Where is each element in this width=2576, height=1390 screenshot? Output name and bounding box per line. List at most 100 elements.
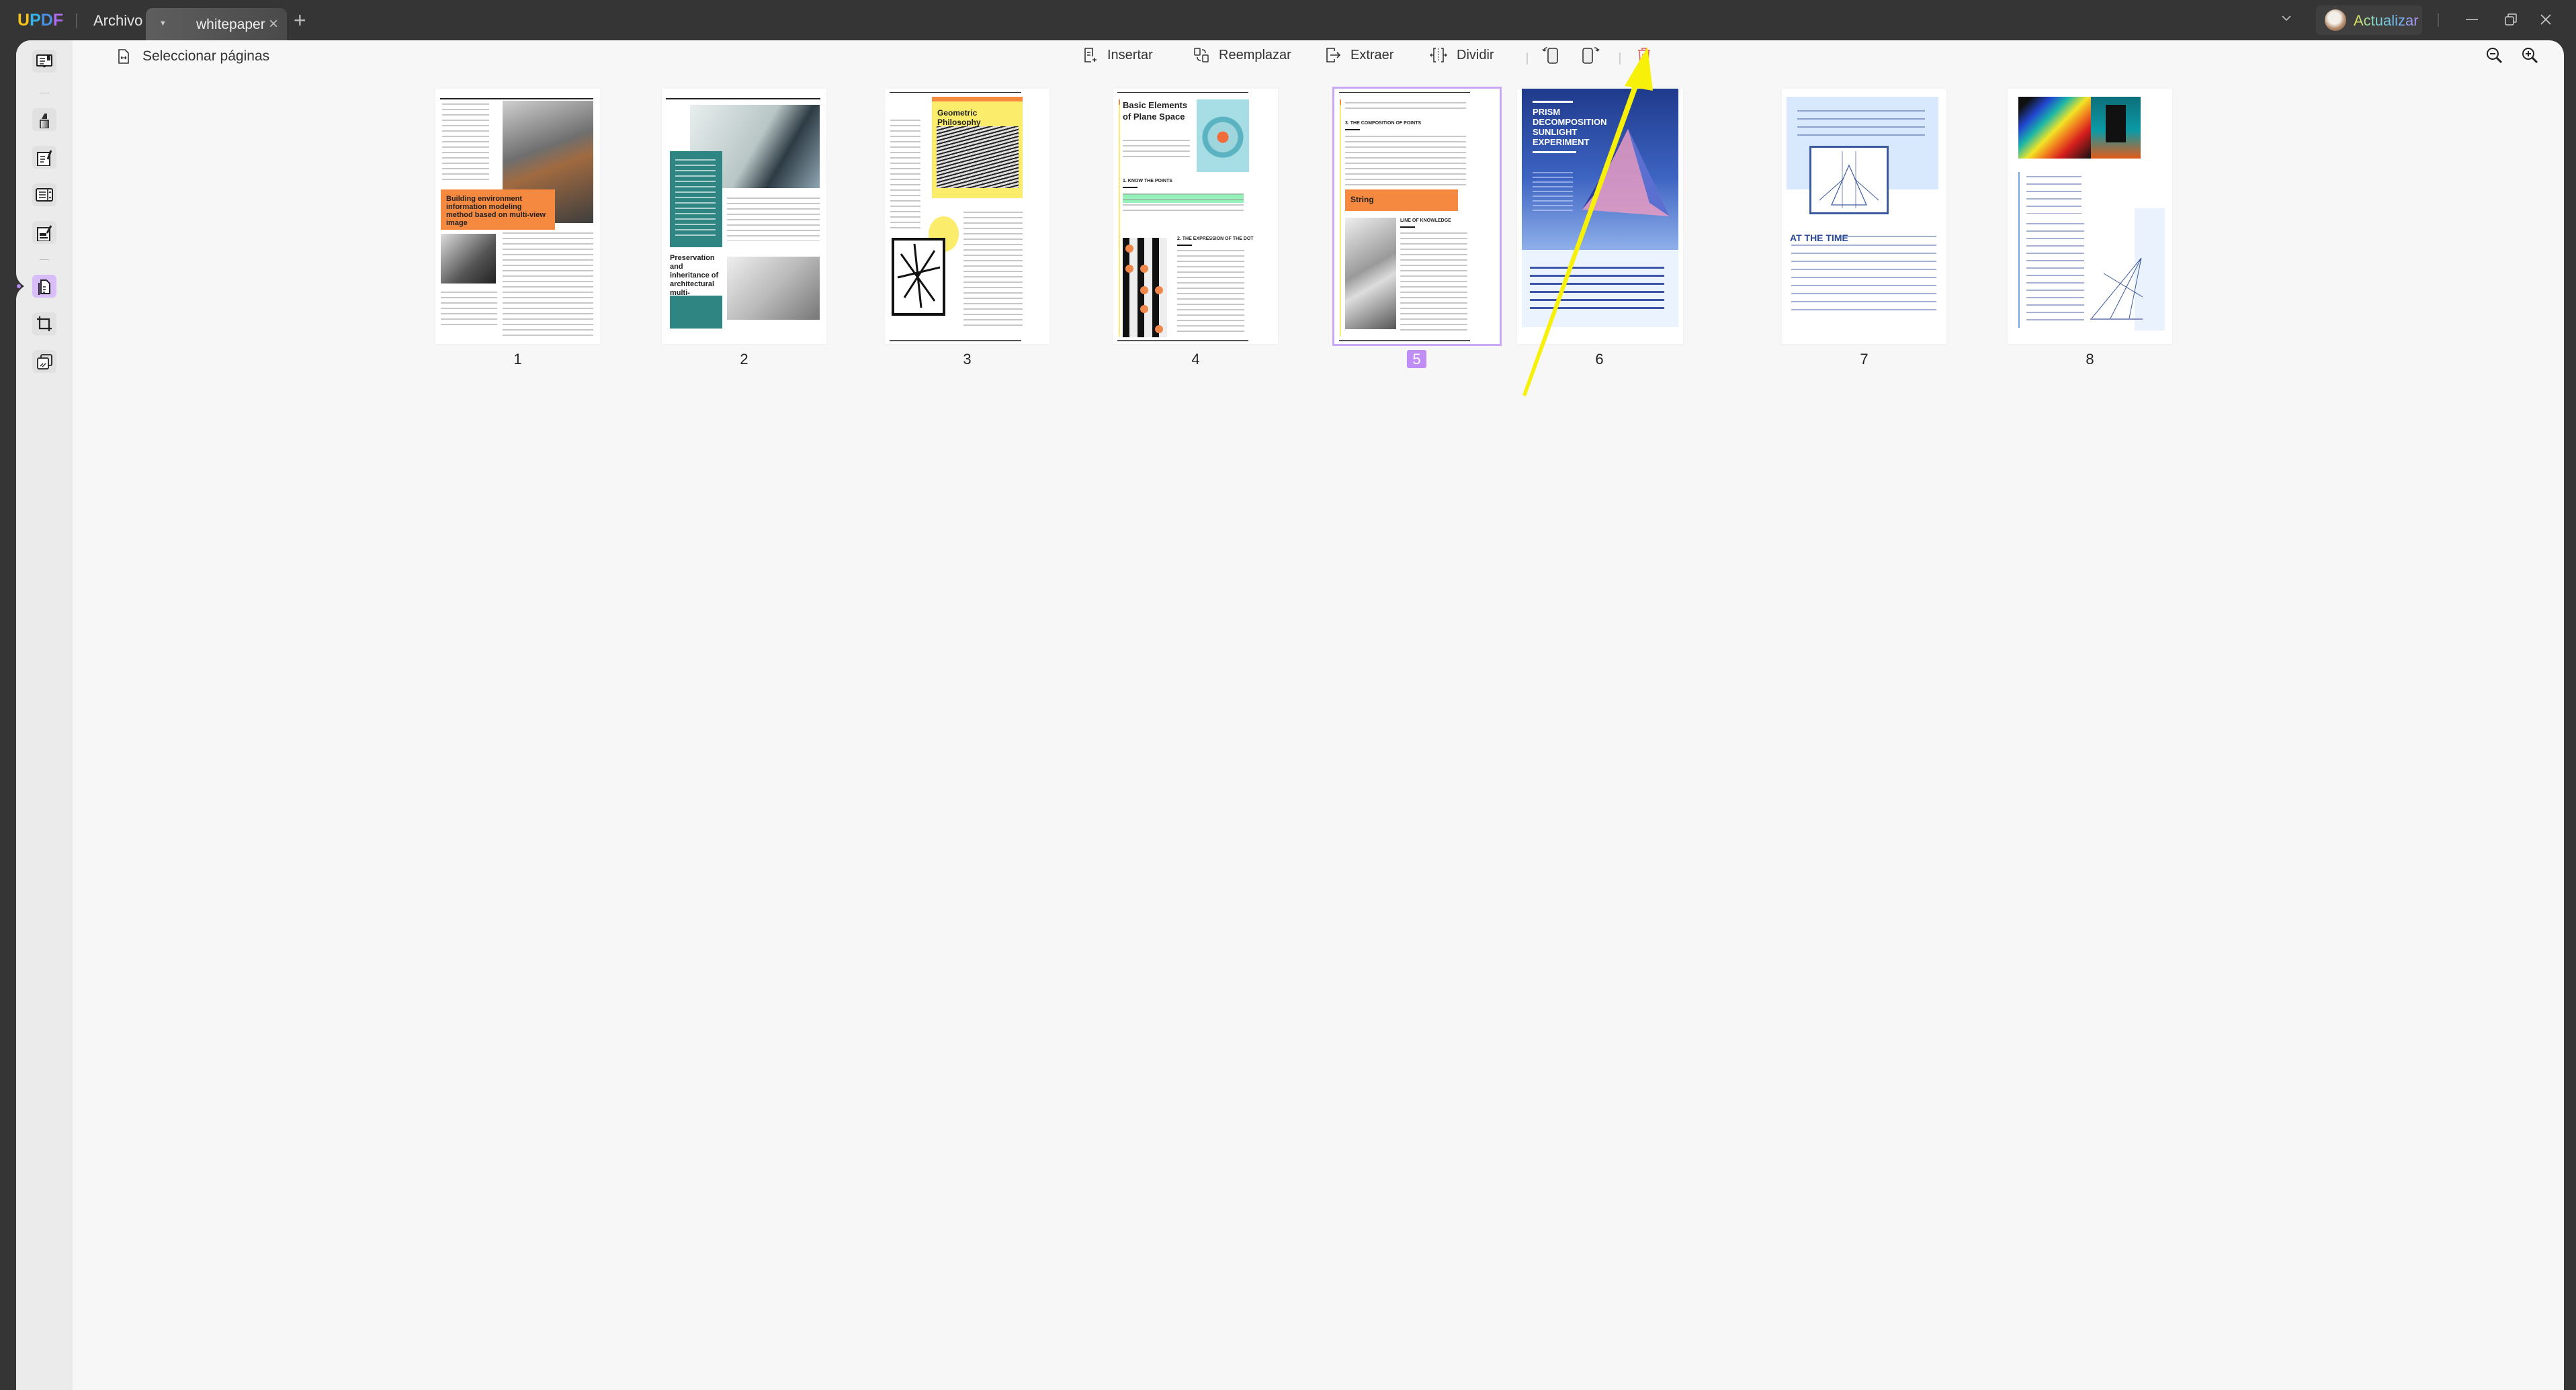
edit-document-icon [37,150,52,166]
page-image [1345,218,1396,329]
close-tab-icon[interactable]: × [269,15,278,34]
restore-icon[interactable] [2501,9,2521,30]
page-rule [1177,245,1192,246]
content-area: Seleccionar páginas Insertar Reemplazar … [16,40,2564,1390]
crop-icon [37,316,52,331]
page-thumbnail-2[interactable]: Preservation and inheritance of architec… [662,89,826,344]
highlighter-icon [40,114,49,128]
page-text-block [963,212,1023,329]
replace-button[interactable]: Reemplazar [1193,46,1291,64]
page-rule [1400,226,1415,228]
window-controls-divider [2438,13,2439,27]
pages-icon [38,279,50,295]
minimize-icon[interactable] [2462,9,2482,30]
page-number-1: 1 [513,351,522,367]
sidebar-item-form[interactable] [32,183,56,206]
redact-icon [37,225,52,241]
sidebar-item-comment[interactable] [32,108,56,131]
page-image [937,126,1019,188]
page-text-block [1400,232,1467,332]
split-page-icon [1430,48,1447,62]
upgrade-button[interactable]: Actualizar [2316,5,2422,35]
page-text-block [1177,250,1244,334]
sidebar-item-edit[interactable] [32,146,56,169]
rotate-left-icon[interactable] [1541,46,1561,64]
extract-page-icon [1326,48,1341,62]
page-heading: String [1350,195,1374,204]
prism-diagram [1809,146,1889,214]
page-text-block [1123,140,1190,160]
layers-icon [37,354,52,370]
page-number-4: 4 [1191,351,1200,367]
page-number-7: 7 [1860,351,1869,367]
split-button[interactable]: Dividir [1430,46,1494,64]
page-number-2: 2 [740,351,748,367]
page-heading: Geometric Philosophy [937,108,981,127]
tab-dropdown-icon[interactable]: ▼ [159,19,167,28]
extract-button[interactable]: Extraer [1325,46,1393,64]
app-logo: UPDF [17,11,64,30]
page-heading-box: Geometric Philosophy [932,97,1023,198]
page-text-block [503,232,593,339]
page-subheading: LINE OF KNOWLEDGE [1400,218,1451,223]
sidebar-item-organize-pages[interactable] [32,275,56,298]
page-thumbnail-5[interactable]: 3. THE COMPOSITION OF POINTS String LINE… [1332,87,1502,346]
page-teal-box [670,296,722,329]
zoom-in-icon[interactable] [2520,46,2540,66]
select-pages-icon [118,49,129,64]
document-tab[interactable]: ▼ whitepaper × [146,8,287,40]
page-image [441,234,496,284]
sidebar-item-watermark[interactable] [32,350,56,373]
page-rule [1117,340,1248,341]
page-rule [890,340,1021,341]
sidebar-item-reader[interactable] [32,50,56,73]
page-rule [1345,129,1360,130]
page-subheading: 3. THE COMPOSITION OF POINTS [1345,121,1422,126]
insert-button[interactable]: Insertar [1083,46,1153,64]
page-text-block [441,292,497,325]
page-image [1197,99,1249,172]
page-text-block [1345,136,1466,185]
page-text-block [2026,176,2081,214]
page-rule [1339,340,1470,341]
rotate-right-icon[interactable] [1580,46,1600,64]
toolbar-divider [1619,52,1621,64]
page-text-block [442,103,489,184]
page-thumbnail-8[interactable] [2008,89,2172,344]
upgrade-label: Actualizar [2354,12,2419,29]
page-image [2091,97,2141,159]
zoom-out-icon[interactable] [2485,46,2505,66]
sidebar-item-redact[interactable] [32,221,56,244]
replace-label: Reemplazar [1219,47,1291,62]
sidebar-item-crop[interactable] [32,312,56,335]
avatar [2325,9,2346,31]
page-heading-box: String [1345,189,1458,211]
page-text-panel [1522,250,1678,327]
tab-title: whitepaper [196,17,265,32]
page-number-8: 8 [2086,351,2094,367]
delete-page-icon[interactable] [1635,46,1653,64]
page-thumbnail-1[interactable]: Building environment information modelin… [435,89,600,344]
page-rule [1339,92,1470,93]
toolbar-divider [1527,52,1528,64]
page-number-3: 3 [963,351,972,367]
page-text-block [1123,193,1244,215]
menu-archivo[interactable]: Archivo [93,12,142,30]
close-window-icon[interactable] [2536,9,2556,30]
page-text-block [727,198,820,241]
page-rule [440,98,593,99]
page-illustration [897,243,941,308]
page-thumbnail-6[interactable]: PRISM DECOMPOSITION SUNLIGHT EXPERIMENT [1517,89,1683,344]
active-indicator-icon [16,273,24,300]
page-thumbnail-3[interactable]: Geometric Philosophy [885,89,1049,344]
select-pages-button[interactable]: Seleccionar páginas [117,48,269,64]
new-tab-button[interactable]: + [294,8,306,33]
extract-label: Extraer [1350,47,1394,62]
page-thumbnail-4[interactable]: Basic Elements of Plane Space 1. KNOW TH… [1113,89,1278,344]
chevron-down-icon[interactable] [2282,13,2291,23]
page-accent-bar [1340,99,1341,337]
page-thumbnail-7[interactable]: AT THE TIME [1782,89,1946,344]
split-label: Dividir [1457,47,1494,62]
page-number-5: 5 [1334,350,1499,368]
page-image [727,257,820,320]
